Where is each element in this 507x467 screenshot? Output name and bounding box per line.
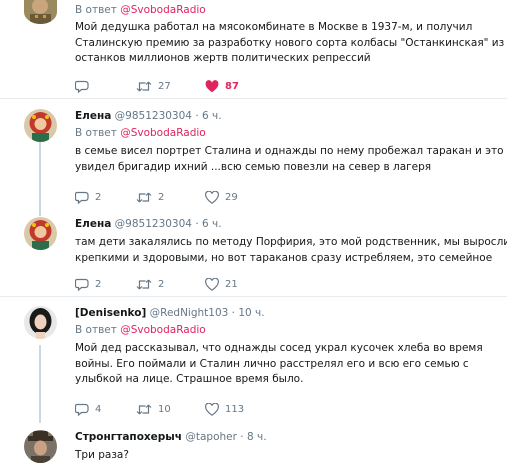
tweet-header: Стронгтапохерыч @tapoher · 8 ч. bbox=[75, 431, 267, 443]
like-button[interactable]: 87 bbox=[205, 79, 239, 93]
like-button[interactable]: 113 bbox=[205, 402, 244, 416]
author-handle[interactable]: @9851230304 bbox=[115, 110, 192, 122]
retweet-icon bbox=[136, 404, 152, 414]
tweet-3[interactable]: Елена @9851230304 · 6 ч. там дети закаля… bbox=[0, 209, 507, 296]
reply-button[interactable]: 2 bbox=[75, 277, 101, 291]
retweet-icon bbox=[136, 81, 152, 91]
tweet-header: Елена @9851230304 · 6 ч. bbox=[75, 218, 222, 230]
like-icon bbox=[205, 277, 219, 291]
reply-button[interactable] bbox=[75, 79, 95, 93]
retweet-icon bbox=[136, 279, 152, 289]
retweet-button[interactable]: 10 bbox=[136, 402, 171, 416]
tweet-header: Елена @9851230304 · 6 ч. bbox=[75, 110, 222, 122]
tweet-text: Мой дедушка работал на мясокомбинате в М… bbox=[75, 21, 505, 64]
reply-icon bbox=[75, 403, 89, 416]
retweet-button[interactable]: 2 bbox=[136, 277, 164, 291]
timestamp[interactable]: 6 ч. bbox=[202, 218, 222, 230]
like-button[interactable]: 29 bbox=[205, 190, 238, 204]
author-name[interactable]: [Denisenko] bbox=[75, 307, 146, 319]
like-button[interactable]: 21 bbox=[205, 277, 238, 291]
timestamp[interactable]: 8 ч. bbox=[247, 431, 267, 443]
like-icon bbox=[205, 79, 219, 92]
tweet-5[interactable]: Стронгтапохерыч @tapoher · 8 ч. Три раза… bbox=[0, 422, 507, 467]
timestamp[interactable]: 6 ч. bbox=[202, 110, 222, 122]
retweet-button[interactable]: 2 bbox=[136, 190, 164, 204]
author-handle[interactable]: @tapoher bbox=[185, 431, 237, 443]
author-name[interactable]: Елена bbox=[75, 218, 111, 230]
tweet-2[interactable]: Елена @9851230304 · 6 ч. В ответ @Svobod… bbox=[0, 99, 507, 209]
avatar[interactable] bbox=[24, 109, 57, 142]
reply-to: В ответ @SvobodaRadio bbox=[75, 4, 206, 16]
reply-icon bbox=[75, 80, 89, 93]
avatar[interactable] bbox=[24, 217, 57, 250]
tweet-1[interactable]: В ответ @SvobodaRadio Мой дедушка работа… bbox=[0, 0, 507, 98]
tweet-text: там дети закалялись по методу Порфирия, … bbox=[75, 236, 507, 264]
reply-to: В ответ @SvobodaRadio bbox=[75, 127, 206, 139]
timestamp[interactable]: 10 ч. bbox=[238, 307, 264, 319]
tweet-text: в семье висел портрет Сталина и однажды … bbox=[75, 145, 504, 173]
tweet-text: Три раза? bbox=[75, 449, 129, 461]
tweet-4[interactable]: [Denisenko] @RedNight103 · 10 ч. В ответ… bbox=[0, 297, 507, 422]
reply-to: В ответ @SvobodaRadio bbox=[75, 324, 206, 336]
like-icon bbox=[205, 190, 219, 204]
author-handle[interactable]: @9851230304 bbox=[115, 218, 192, 230]
author-handle[interactable]: @RedNight103 bbox=[150, 307, 229, 319]
reply-icon bbox=[75, 278, 89, 291]
avatar[interactable] bbox=[24, 0, 57, 24]
tweet-text: Мой дед рассказывал, что однажды сосед у… bbox=[75, 342, 483, 385]
reply-icon bbox=[75, 191, 89, 204]
like-icon bbox=[205, 402, 219, 416]
retweet-button[interactable]: 27 bbox=[136, 79, 171, 93]
avatar[interactable] bbox=[24, 306, 57, 339]
tweet-header: [Denisenko] @RedNight103 · 10 ч. bbox=[75, 307, 265, 319]
reply-mention-link[interactable]: @SvobodaRadio bbox=[120, 127, 206, 139]
author-name[interactable]: Елена bbox=[75, 110, 111, 122]
reply-button[interactable]: 2 bbox=[75, 190, 101, 204]
reply-button[interactable]: 4 bbox=[75, 402, 101, 416]
retweet-icon bbox=[136, 192, 152, 202]
reply-mention-link[interactable]: @SvobodaRadio bbox=[120, 4, 206, 16]
reply-mention-link[interactable]: @SvobodaRadio bbox=[120, 324, 206, 336]
author-name[interactable]: Стронгтапохерыч bbox=[75, 431, 182, 443]
avatar[interactable] bbox=[24, 430, 57, 463]
